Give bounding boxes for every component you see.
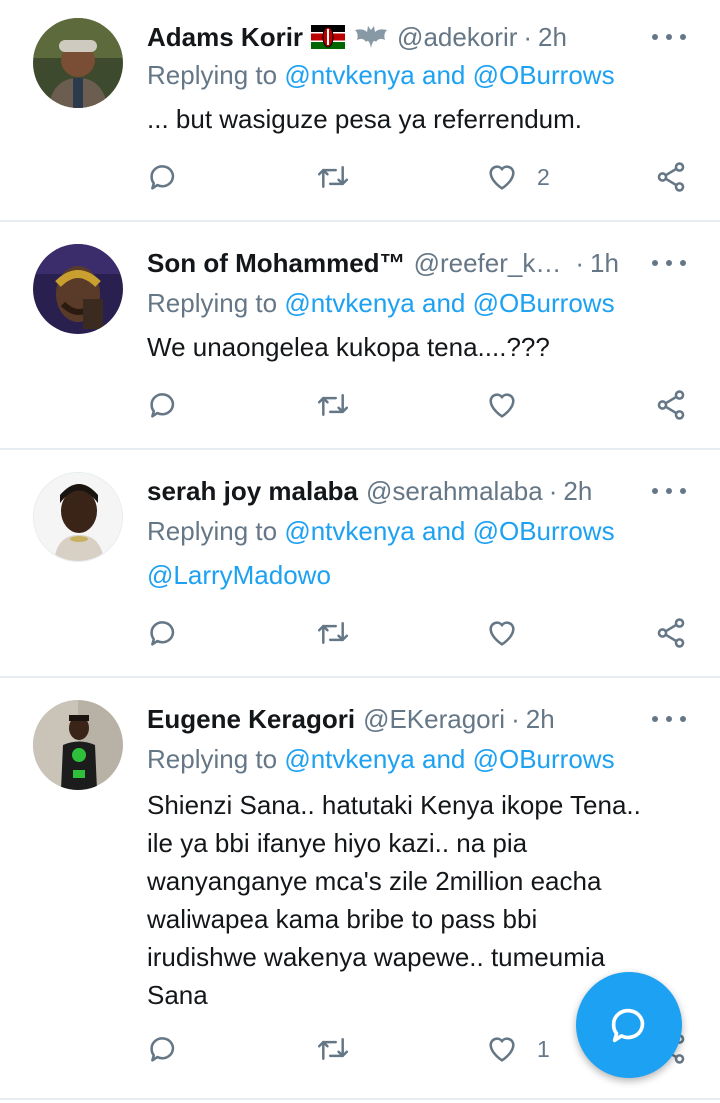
- like-count: 1: [537, 1035, 550, 1062]
- like-button[interactable]: 2: [485, 160, 550, 194]
- user-handle[interactable]: @serahmalaba: [366, 476, 543, 507]
- display-name[interactable]: Son of Mohammed™: [147, 248, 406, 279]
- share-icon: [657, 618, 685, 648]
- replying-links[interactable]: @ntvkenya and @OBurrows: [284, 60, 614, 90]
- kenya-flag-icon: [311, 25, 346, 49]
- replying-prefix: Replying to: [147, 516, 285, 546]
- tweet-header: Eugene Keragori @EKeragori · 2h: [147, 702, 706, 736]
- retweet-button[interactable]: [315, 388, 351, 422]
- more-options-icon[interactable]: [652, 253, 686, 273]
- replying-to: Replying to @ntvkenya and @OBurrows: [147, 516, 615, 547]
- share-icon: [657, 390, 685, 420]
- timestamp[interactable]: 2h: [526, 704, 555, 735]
- share-button[interactable]: [654, 160, 688, 194]
- heart-icon: [489, 621, 515, 646]
- retweet-icon: [317, 394, 349, 416]
- replying-to: Replying to @ntvkenya and @OBurrows: [147, 744, 615, 775]
- replying-prefix: Replying to: [147, 744, 285, 774]
- retweet-icon: [317, 622, 349, 644]
- user-handle[interactable]: @adekorir: [397, 22, 517, 53]
- more-options-icon[interactable]: [652, 27, 686, 47]
- share-button[interactable]: [654, 616, 688, 650]
- display-name[interactable]: serah joy malaba: [147, 476, 358, 507]
- tweet-header: serah joy malaba @serahmalaba · 2h: [147, 474, 706, 508]
- reply-icon: [150, 621, 175, 646]
- replying-to: Replying to @ntvkenya and @OBurrows: [147, 60, 615, 91]
- user-handle[interactable]: @reefer_k…: [414, 248, 562, 279]
- reply-icon: [150, 393, 175, 418]
- retweet-button[interactable]: [315, 160, 351, 194]
- avatar[interactable]: [33, 244, 123, 334]
- heart-icon: [489, 1037, 515, 1062]
- like-button[interactable]: 1: [485, 1032, 550, 1066]
- display-name[interactable]: Adams Korir: [147, 22, 303, 53]
- timestamp[interactable]: 2h: [538, 22, 567, 53]
- bat-icon: [353, 24, 389, 50]
- timestamp[interactable]: 1h: [590, 248, 619, 279]
- replying-links[interactable]: @ntvkenya and @OBurrows: [284, 744, 614, 774]
- tweet-actions: 2: [0, 160, 720, 200]
- reply-icon: [150, 165, 175, 190]
- compose-reply-icon: [611, 1008, 645, 1043]
- like-button[interactable]: [485, 388, 537, 422]
- tweet-actions: [0, 616, 720, 656]
- retweet-icon: [317, 1038, 349, 1060]
- user-handle[interactable]: @EKeragori: [363, 704, 505, 735]
- reply-button[interactable]: [146, 616, 180, 650]
- more-options-icon[interactable]: [652, 709, 686, 729]
- compose-reply-button[interactable]: [576, 972, 682, 1078]
- tweet[interactable]: Adams Korir @adekorir · 2h Replying to @…: [0, 0, 720, 222]
- retweet-icon: [317, 166, 349, 188]
- separator: ·: [548, 475, 558, 506]
- replying-to: Replying to @ntvkenya and @OBurrows: [147, 288, 615, 319]
- avatar[interactable]: [33, 472, 123, 562]
- retweet-button[interactable]: [315, 616, 351, 650]
- timestamp[interactable]: 2h: [563, 476, 592, 507]
- reply-button[interactable]: [146, 388, 180, 422]
- tweet-header: Son of Mohammed™ @reefer_k… · 1h: [147, 246, 706, 280]
- separator: ·: [575, 247, 585, 278]
- like-button[interactable]: [485, 616, 537, 650]
- replying-links[interactable]: @ntvkenya and @OBurrows: [284, 516, 614, 546]
- replying-prefix: Replying to: [147, 288, 285, 318]
- share-icon: [657, 162, 685, 192]
- reply-icon: [150, 1037, 175, 1062]
- avatar[interactable]: [33, 700, 123, 790]
- tweet-text: ... but wasiguze pesa ya referrendum.: [147, 104, 583, 134]
- tweet[interactable]: serah joy malaba @serahmalaba · 2h Reply…: [0, 450, 720, 678]
- heart-icon: [489, 393, 515, 418]
- tweet-text: We unaongelea kukopa tena....???: [147, 332, 550, 362]
- avatar[interactable]: [33, 18, 123, 108]
- reply-button[interactable]: [146, 1032, 180, 1066]
- reply-button[interactable]: [146, 160, 180, 194]
- tweet-header: Adams Korir @adekorir · 2h: [147, 20, 706, 54]
- display-name[interactable]: Eugene Keragori: [147, 704, 355, 735]
- replying-links[interactable]: @ntvkenya and @OBurrows: [284, 288, 614, 318]
- like-count: 2: [537, 163, 550, 190]
- tweet[interactable]: Son of Mohammed™ @reefer_k… · 1h Replyin…: [0, 222, 720, 450]
- tweet-text-mention[interactable]: @LarryMadowo: [147, 556, 331, 594]
- replying-prefix: Replying to: [147, 60, 285, 90]
- retweet-button[interactable]: [315, 1032, 351, 1066]
- separator: ·: [523, 21, 533, 52]
- heart-icon: [489, 165, 515, 190]
- more-options-icon[interactable]: [652, 481, 686, 501]
- separator: ·: [511, 703, 520, 734]
- tweet-actions: [0, 388, 720, 428]
- share-button[interactable]: [654, 388, 688, 422]
